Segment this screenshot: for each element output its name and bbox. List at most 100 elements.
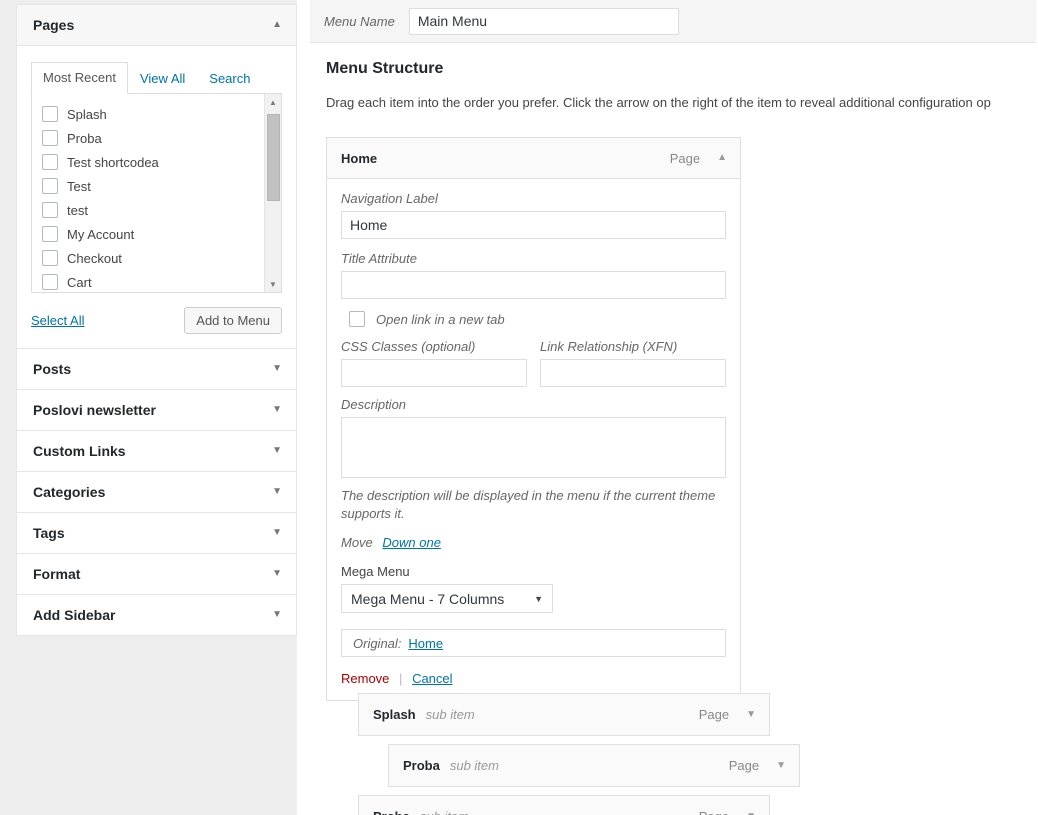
list-item[interactable]: Cart	[42, 270, 281, 292]
pages-checklist: Splash Proba Test shortcodea Test test M…	[31, 94, 282, 293]
list-item[interactable]: Proba	[42, 126, 281, 150]
menu-structure-description: Drag each item into the order you prefer…	[326, 95, 991, 110]
title-attribute-input[interactable]	[341, 271, 726, 299]
list-item[interactable]: Checkout	[42, 246, 281, 270]
menu-structure-title: Menu Structure	[326, 60, 444, 77]
pages-panel-actions: Select All Add to Menu	[31, 307, 282, 334]
scroll-up-icon[interactable]: ▲	[265, 94, 281, 110]
format-panel-title: Format	[33, 566, 81, 582]
menu-item-proba-1-header[interactable]: Proba sub item Page ▼	[389, 745, 799, 786]
list-item-label: Cart	[67, 274, 92, 290]
mega-menu-selected-value: Mega Menu - 7 Columns	[351, 590, 505, 607]
sub-item-badge: sub item	[425, 707, 475, 722]
caret-down-icon[interactable]: ▼	[746, 709, 756, 720]
remove-link[interactable]: Remove	[341, 671, 389, 686]
chevron-down-icon: ▼	[534, 593, 543, 604]
format-panel-header[interactable]: Format ▼	[17, 554, 296, 594]
original-link[interactable]: Home	[408, 636, 443, 651]
checkbox-my-account[interactable]	[42, 226, 58, 242]
caret-down-icon[interactable]: ▼	[272, 487, 282, 497]
tab-most-recent[interactable]: Most Recent	[31, 62, 128, 94]
css-classes-input[interactable]	[341, 359, 527, 387]
checkbox-test-shortcodea[interactable]	[42, 154, 58, 170]
scrollbar-thumb[interactable]	[267, 114, 280, 201]
caret-down-icon[interactable]: ▼	[272, 528, 282, 538]
list-item[interactable]: Splash	[42, 102, 281, 126]
add-sidebar-panel-header[interactable]: Add Sidebar ▼	[17, 595, 296, 635]
menu-item-actions: Remove | Cancel	[341, 671, 726, 686]
select-all-link[interactable]: Select All	[31, 313, 84, 328]
caret-down-icon[interactable]: ▼	[272, 405, 282, 415]
pages-panel-header[interactable]: Pages ▲	[17, 5, 296, 46]
checkbox-test-upper[interactable]	[42, 178, 58, 194]
scroll-down-icon[interactable]: ▼	[265, 276, 281, 292]
list-item-label: Test shortcodea	[67, 154, 159, 170]
accordion-section-tags: Tags ▼	[16, 512, 297, 553]
caret-down-icon[interactable]: ▼	[272, 610, 282, 620]
list-item-label: Proba	[67, 130, 102, 146]
caret-down-icon[interactable]: ▼	[776, 760, 786, 771]
xfn-label: Link Relationship (XFN)	[540, 339, 678, 354]
move-down-one-link[interactable]: Down one	[382, 535, 441, 550]
list-item-label: Test	[67, 178, 91, 194]
menu-item-title: Splash	[373, 707, 416, 722]
list-item[interactable]: Test	[42, 174, 281, 198]
classes-xfn-row: CSS Classes (optional) Link Relationship…	[341, 339, 726, 397]
caret-up-icon[interactable]: ▲	[272, 20, 282, 30]
checkbox-splash[interactable]	[42, 106, 58, 122]
pages-panel-title: Pages	[33, 17, 75, 33]
navigation-label-label: Navigation Label	[341, 191, 438, 206]
list-item-label: Splash	[67, 106, 107, 122]
css-classes-label: CSS Classes (optional)	[341, 339, 476, 354]
sub-item-badge: sub item	[420, 809, 469, 815]
open-new-tab-row[interactable]: Open link in a new tab	[349, 311, 726, 327]
accordion-section-pages: Pages ▲ Most Recent View All Search Spla	[16, 4, 297, 348]
posts-panel-header[interactable]: Posts ▼	[17, 349, 296, 389]
checkbox-open-new-tab[interactable]	[349, 311, 365, 327]
checkbox-cart[interactable]	[42, 274, 58, 290]
menu-item-proba-1: Proba sub item Page ▼	[388, 744, 800, 787]
caret-down-icon[interactable]: ▼	[272, 446, 282, 456]
action-separator: |	[399, 671, 403, 686]
menu-name-input[interactable]	[408, 7, 679, 35]
list-item-label: Checkout	[67, 250, 122, 266]
accordion-section-posts: Posts ▼	[16, 348, 297, 389]
xfn-input[interactable]	[540, 359, 726, 387]
caret-down-icon[interactable]: ▼	[746, 811, 756, 815]
menu-item-type: Page	[728, 758, 760, 773]
list-item[interactable]: Test shortcodea	[42, 150, 281, 174]
add-to-menu-button[interactable]: Add to Menu	[184, 307, 282, 334]
list-item[interactable]: My Account	[42, 222, 281, 246]
checkbox-proba[interactable]	[42, 130, 58, 146]
menu-item-title: Proba	[373, 809, 410, 815]
menu-item-proba-2: Proba sub item Page ▼	[358, 795, 770, 815]
add-menu-items-accordion: Pages ▲ Most Recent View All Search Spla	[16, 4, 297, 636]
pages-tabs: Most Recent View All Search	[31, 62, 282, 94]
pages-list-scrollbar[interactable]: ▲ ▼	[264, 94, 281, 292]
poslovi-newsletter-panel-header[interactable]: Poslovi newsletter ▼	[17, 390, 296, 430]
navigation-label-input[interactable]	[341, 211, 726, 239]
tags-panel-header[interactable]: Tags ▼	[17, 513, 296, 553]
add-sidebar-panel-title: Add Sidebar	[33, 607, 116, 623]
accordion-section-categories: Categories ▼	[16, 471, 297, 512]
menu-item-home-header[interactable]: Home Page ▲	[327, 138, 740, 179]
caret-down-icon[interactable]: ▼	[272, 364, 282, 374]
checkbox-checkout[interactable]	[42, 250, 58, 266]
menu-item-proba-2-header[interactable]: Proba sub item Page ▼	[359, 796, 769, 815]
menu-item-splash-header[interactable]: Splash sub item Page ▼	[359, 694, 769, 735]
cancel-link[interactable]: Cancel	[412, 671, 452, 686]
original-label: Original:	[353, 635, 402, 651]
caret-up-icon[interactable]: ▲	[717, 153, 727, 163]
description-textarea[interactable]	[341, 417, 726, 478]
custom-links-panel-header[interactable]: Custom Links ▼	[17, 431, 296, 471]
mega-menu-select[interactable]: Mega Menu - 7 Columns ▼	[341, 584, 553, 613]
checkbox-test-lower[interactable]	[42, 202, 58, 218]
pages-panel-body: Most Recent View All Search Splash Proba…	[17, 46, 296, 348]
list-item[interactable]: test	[42, 198, 281, 222]
tab-search[interactable]: Search	[197, 63, 262, 94]
categories-panel-header[interactable]: Categories ▼	[17, 472, 296, 512]
tab-view-all[interactable]: View All	[128, 63, 197, 94]
list-item-label: My Account	[67, 226, 135, 242]
caret-down-icon[interactable]: ▼	[272, 569, 282, 579]
move-row: Move Down one	[341, 535, 726, 550]
